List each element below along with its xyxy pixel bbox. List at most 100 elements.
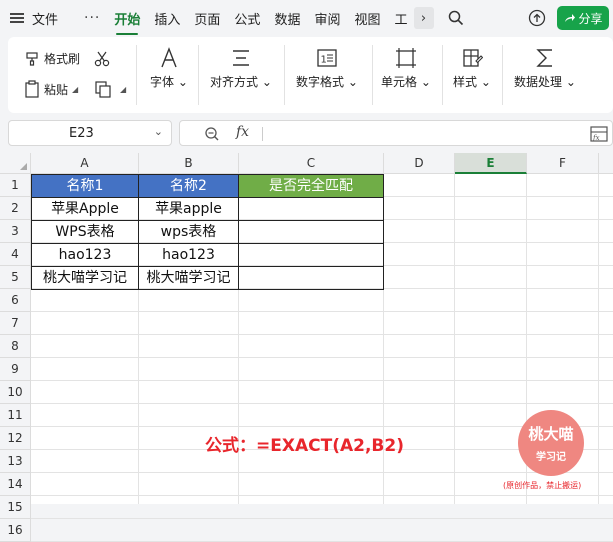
row-header[interactable]: 15 xyxy=(0,496,31,519)
cell-label: 单元格 xyxy=(381,75,418,89)
row-header[interactable]: 16 xyxy=(0,519,31,542)
tab-formula[interactable]: 公式 xyxy=(234,9,260,28)
font-button[interactable]: 字体 ⌄ xyxy=(148,47,190,90)
row-header[interactable]: 12 xyxy=(0,427,31,450)
expand-formula-icon[interactable]: fx xyxy=(590,126,608,142)
ribbon-divider xyxy=(136,45,137,105)
table-cell[interactable]: 苹果apple xyxy=(139,198,238,220)
tab-home[interactable]: 开始 xyxy=(114,9,140,35)
paste-label: 粘贴 xyxy=(44,82,69,97)
menu-icon[interactable] xyxy=(10,13,24,23)
row-header[interactable]: 8 xyxy=(0,335,31,358)
format-painter-button[interactable]: 格式刷 xyxy=(24,50,80,67)
number-format-icon: 1 xyxy=(317,49,337,67)
watermark-line2: 学习记 xyxy=(536,452,566,463)
divider xyxy=(262,127,263,141)
row-header[interactable]: 4 xyxy=(0,243,31,266)
zoom-icon[interactable] xyxy=(204,126,220,142)
header-cell-exact-match[interactable]: 是否完全匹配 xyxy=(239,175,383,197)
svg-text:fx: fx xyxy=(592,134,600,142)
ribbon-toolbar: 格式刷 粘贴 ◢ ◢ 字体 ⌄ 对齐方式 ⌄ 1 数字格式 ⌄ 单元格 ⌄ 样式… xyxy=(8,37,613,113)
cell-button[interactable]: 单元格 ⌄ xyxy=(380,47,432,90)
row-header[interactable]: 1 xyxy=(0,174,31,197)
data-process-button[interactable]: 数据处理 ⌄ xyxy=(512,47,578,90)
share-button[interactable]: 分享 xyxy=(557,6,609,30)
tabs-scroll-right-icon[interactable]: › xyxy=(413,7,434,29)
spreadsheet-grid[interactable]: A B C D E F 1 2 3 4 5 6 7 8 9 10 11 12 13 14 15 16 名称1 … xyxy=(0,153,613,542)
column-header-next[interactable] xyxy=(599,153,613,174)
font-label: 字体 xyxy=(150,75,175,89)
row-header[interactable]: 9 xyxy=(0,358,31,381)
tab-view[interactable]: 视图 xyxy=(354,9,380,28)
tab-review[interactable]: 审阅 xyxy=(314,9,340,28)
grid-line xyxy=(31,518,613,519)
cut-icon[interactable] xyxy=(93,50,111,68)
svg-text:1: 1 xyxy=(321,55,327,66)
row-header[interactable]: 5 xyxy=(0,266,31,289)
tab-insert[interactable]: 插入 xyxy=(154,9,180,28)
table-cell[interactable]: WPS表格 xyxy=(32,221,138,243)
table-cell[interactable]: wps表格 xyxy=(139,221,238,243)
grid-line xyxy=(454,174,455,504)
search-icon[interactable] xyxy=(448,10,464,26)
tab-tools[interactable]: 工 xyxy=(394,9,407,28)
paste-button[interactable]: 粘贴 ◢ xyxy=(24,80,78,98)
ribbon-divider xyxy=(198,45,199,105)
style-label: 样式 xyxy=(453,75,478,89)
format-painter-label: 格式刷 xyxy=(44,52,81,66)
column-header-d[interactable]: D xyxy=(384,153,455,174)
name-box[interactable]: E23 ⌄ xyxy=(8,120,172,146)
cell-icon xyxy=(396,48,416,68)
copy-icon xyxy=(95,81,111,98)
sigma-icon xyxy=(536,49,552,67)
fx-icon[interactable]: fx xyxy=(236,124,249,140)
align-button[interactable]: 对齐方式 ⌄ xyxy=(208,47,274,90)
row-header[interactable]: 3 xyxy=(0,220,31,243)
formula-input[interactable]: fx fx xyxy=(179,120,613,146)
column-header-a[interactable]: A xyxy=(31,153,139,174)
row-header[interactable]: 10 xyxy=(0,381,31,404)
table-border xyxy=(31,289,384,290)
file-menu[interactable]: 文件 xyxy=(32,9,58,28)
grid-line xyxy=(598,174,599,504)
header-cell-name1[interactable]: 名称1 xyxy=(32,175,138,197)
row-header[interactable]: 6 xyxy=(0,289,31,312)
watermark-logo: 桃大喵 学习记 xyxy=(518,410,584,476)
chevron-down-icon[interactable]: ⌄ xyxy=(154,125,163,138)
table-cell[interactable]: hao123 xyxy=(32,244,138,266)
table-cell[interactable] xyxy=(239,244,383,266)
select-all-corner[interactable] xyxy=(0,153,31,174)
cloud-upload-icon[interactable] xyxy=(528,9,546,27)
row-header[interactable]: 2 xyxy=(0,197,31,220)
column-header-b[interactable]: B xyxy=(139,153,239,174)
table-cell[interactable]: 桃大喵学习记 xyxy=(139,267,238,289)
row-header[interactable]: 7 xyxy=(0,312,31,335)
copy-button[interactable]: ◢ xyxy=(94,80,126,98)
column-header-f[interactable]: F xyxy=(527,153,599,174)
row-header[interactable]: 14 xyxy=(0,473,31,496)
table-cell[interactable]: hao123 xyxy=(139,244,238,266)
ribbon-divider xyxy=(284,45,285,105)
share-icon xyxy=(565,14,576,22)
table-border xyxy=(383,174,384,290)
row-header[interactable]: 13 xyxy=(0,450,31,473)
watermark-line1: 桃大喵 xyxy=(528,425,574,443)
brush-icon xyxy=(26,51,38,66)
align-label: 对齐方式 xyxy=(210,75,259,89)
table-cell[interactable] xyxy=(239,267,383,289)
table-cell[interactable]: 桃大喵学习记 xyxy=(32,267,138,289)
header-cell-name2[interactable]: 名称2 xyxy=(139,175,238,197)
number-format-button[interactable]: 1 数字格式 ⌄ xyxy=(294,47,360,90)
row-header[interactable]: 11 xyxy=(0,404,31,427)
cell-reference: E23 xyxy=(69,126,94,141)
style-button[interactable]: 样式 ⌄ xyxy=(450,47,494,90)
tab-data[interactable]: 数据 xyxy=(274,9,300,28)
table-cell[interactable] xyxy=(239,198,383,220)
align-icon xyxy=(233,50,249,66)
tab-page[interactable]: 页面 xyxy=(194,9,220,28)
more-icon[interactable]: ··· xyxy=(84,10,100,26)
column-header-e[interactable]: E xyxy=(455,153,527,174)
table-cell[interactable] xyxy=(239,221,383,243)
table-cell[interactable]: 苹果Apple xyxy=(32,198,138,220)
column-header-c[interactable]: C xyxy=(239,153,384,174)
